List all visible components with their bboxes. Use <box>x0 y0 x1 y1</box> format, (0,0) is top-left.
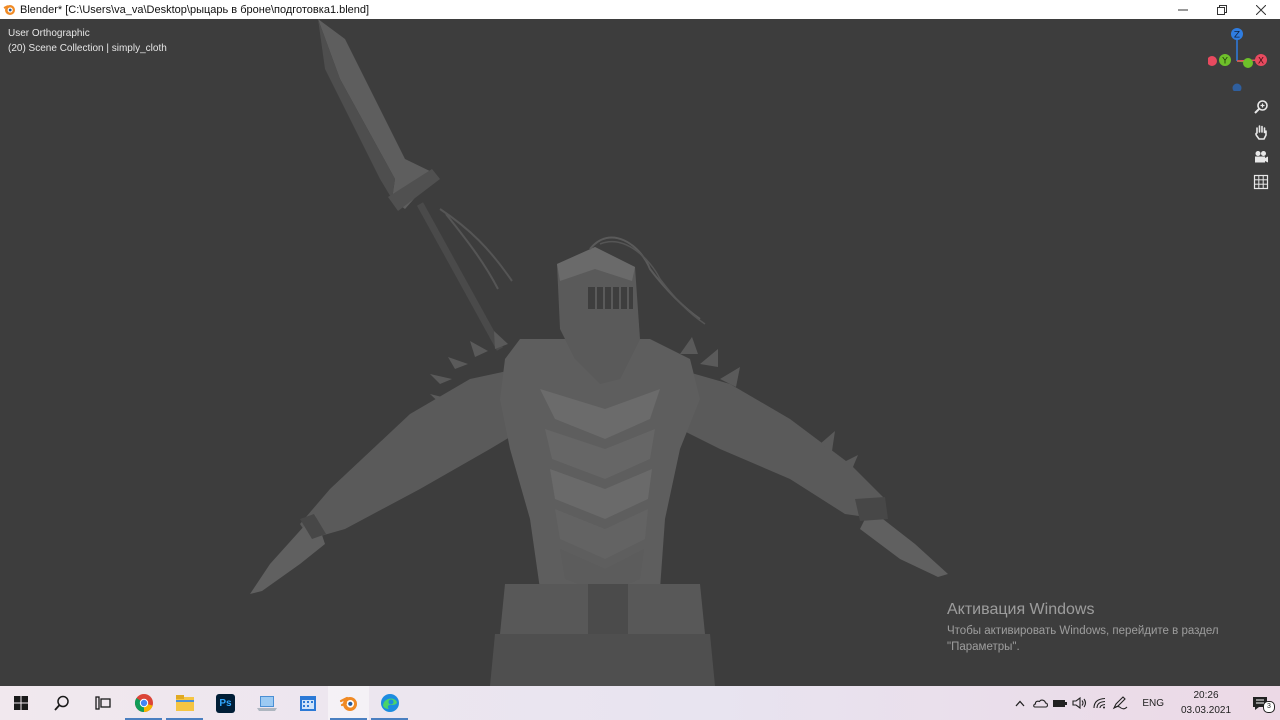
pen-workspace-button[interactable] <box>1110 686 1130 720</box>
start-button[interactable] <box>0 686 41 720</box>
search-icon <box>53 695 69 711</box>
pen-icon <box>1113 696 1128 710</box>
file-explorer-icon <box>175 695 194 711</box>
camera-icon <box>1255 151 1268 163</box>
taskbar-edge[interactable] <box>369 686 410 720</box>
laptop-icon <box>256 696 277 711</box>
task-view-icon <box>94 696 111 710</box>
gizmo-neg-z[interactable] <box>1232 83 1242 93</box>
blender-icon <box>339 696 357 711</box>
ortho-toggle-button[interactable] <box>1252 173 1270 191</box>
taskbar-calendar[interactable] <box>287 686 328 720</box>
restore-button[interactable] <box>1202 0 1241 19</box>
onedrive-button[interactable] <box>1030 686 1050 720</box>
calendar-icon <box>299 696 316 711</box>
gizmo-z-label: Z <box>1234 31 1240 41</box>
system-tray: ENG 20:26 03.03.2021 3 <box>1010 686 1280 720</box>
taskbar-file-explorer[interactable] <box>164 686 205 720</box>
minimize-button[interactable] <box>1163 0 1202 19</box>
taskbar-photoshop[interactable]: Ps <box>205 686 246 720</box>
photoshop-label: Ps <box>219 697 232 709</box>
task-view-button[interactable] <box>82 686 123 720</box>
clock-date: 03.03.2021 <box>1180 705 1232 716</box>
pan-hand-icon <box>1255 125 1267 140</box>
activation-line1: Чтобы активировать Windows, перейдите в … <box>947 625 1219 637</box>
taskbar-laptop-app[interactable] <box>246 686 287 720</box>
gizmo-y-label: Y <box>1221 57 1228 67</box>
notification-count: 3 <box>1263 701 1275 713</box>
navigation-gizmo[interactable]: Z Y X <box>1207 25 1270 93</box>
gizmo-neg-y[interactable] <box>1243 58 1253 68</box>
show-hidden-icons-button[interactable] <box>1010 686 1030 720</box>
activation-heading: Активация Windows <box>947 601 1095 618</box>
language-indicator[interactable]: ENG <box>1142 698 1164 709</box>
gizmo-neg-x[interactable] <box>1207 56 1217 66</box>
taskbar-blender[interactable] <box>328 686 369 720</box>
taskbar-chrome[interactable] <box>123 686 164 720</box>
belt <box>490 584 715 686</box>
zoom-icon <box>1254 100 1268 114</box>
onedrive-icon <box>1033 699 1049 708</box>
gizmo-x-label: X <box>1258 57 1264 67</box>
close-icon <box>1255 4 1266 15</box>
left-arm <box>250 364 540 594</box>
battery-icon <box>1053 700 1068 707</box>
clock[interactable]: 20:26 03.03.2021 <box>1178 688 1234 718</box>
activation-line2: "Параметры". <box>947 641 1020 653</box>
search-button[interactable] <box>41 686 82 720</box>
windows-activation-watermark: Активация Windows Чтобы активировать Win… <box>947 601 1219 655</box>
knight-model[interactable] <box>0 19 1280 686</box>
right-arm <box>660 364 948 577</box>
windows-start-icon <box>13 696 28 710</box>
photoshop-icon: Ps <box>216 693 235 713</box>
spear <box>318 19 513 351</box>
notifications-button[interactable]: 3 <box>1240 686 1280 720</box>
close-button[interactable] <box>1241 0 1280 19</box>
grid-icon <box>1253 174 1269 190</box>
restore-icon <box>1216 4 1227 15</box>
zoom-button[interactable] <box>1252 98 1270 116</box>
wifi-button[interactable] <box>1090 686 1110 720</box>
clock-time: 20:26 <box>1193 690 1219 701</box>
window-title: Blender* [C:\Users\va_va\Desktop\рыцарь … <box>20 3 370 16</box>
pan-button[interactable] <box>1252 123 1270 141</box>
minimize-icon <box>1177 9 1188 10</box>
3d-viewport[interactable]: User Orthographic (20) Scene Collection … <box>0 19 1280 686</box>
camera-view-button[interactable] <box>1252 148 1270 166</box>
edge-icon <box>380 694 399 712</box>
taskbar: Ps ENG 20:26 03.03.2021 3 <box>0 686 1280 720</box>
battery-button[interactable] <box>1050 686 1070 720</box>
chrome-icon <box>134 694 153 712</box>
volume-button[interactable] <box>1070 686 1090 720</box>
blender-icon <box>3 3 17 17</box>
wifi-icon <box>1093 697 1106 709</box>
volume-icon <box>1072 697 1087 709</box>
chevron-up-icon <box>1015 700 1025 706</box>
window-titlebar: Blender* [C:\Users\va_va\Desktop\рыцарь … <box>0 0 1280 19</box>
